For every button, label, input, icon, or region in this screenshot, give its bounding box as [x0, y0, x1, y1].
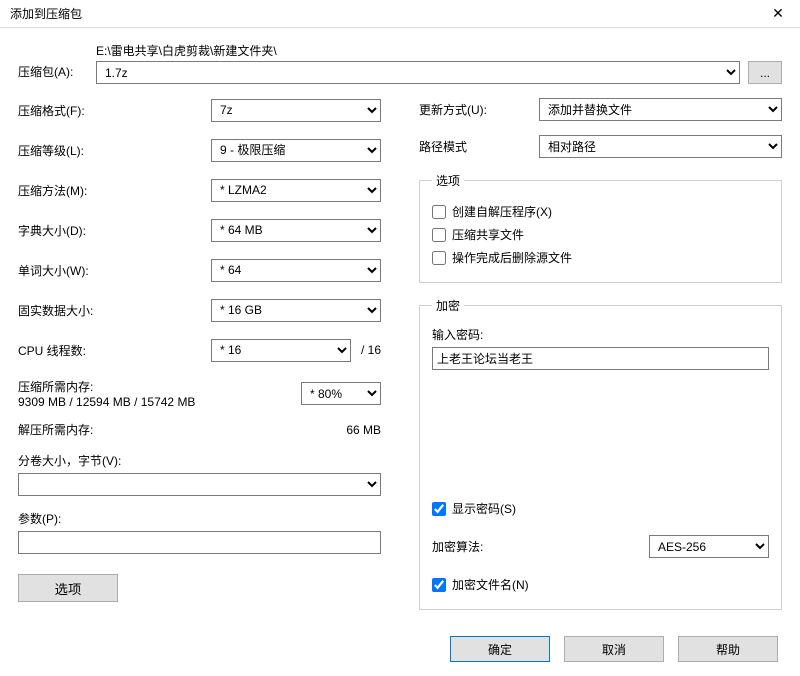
- mem-comp-value: 9309 MB / 12594 MB / 15742 MB: [18, 395, 301, 409]
- threads-select[interactable]: * 16: [211, 339, 351, 362]
- close-icon: ✕: [772, 5, 784, 22]
- password-label: 输入密码:: [432, 326, 769, 343]
- sfx-checkbox[interactable]: [432, 205, 446, 219]
- enc-algo-select[interactable]: AES-256: [649, 535, 769, 558]
- solid-select[interactable]: * 16 GB: [211, 299, 381, 322]
- split-select[interactable]: [18, 473, 381, 496]
- encrypt-names-label: 加密文件名(N): [452, 576, 529, 593]
- dialog-footer: 确定 取消 帮助: [18, 624, 782, 666]
- options-fieldset: 选项 创建自解压程序(X) 压缩共享文件 操作完成后删除源文件: [419, 172, 782, 283]
- archive-row: 压缩包(A): E:\雷电共享\白虎剪裁\新建文件夹\ 1.7z ...: [18, 42, 782, 84]
- browse-button[interactable]: ...: [748, 61, 782, 84]
- share-label: 压缩共享文件: [452, 226, 524, 243]
- show-password-checkbox[interactable]: [432, 502, 446, 516]
- method-label: 压缩方法(M):: [18, 182, 211, 199]
- help-button[interactable]: 帮助: [678, 636, 778, 662]
- threads-label: CPU 线程数:: [18, 342, 211, 359]
- options-button[interactable]: 选项: [18, 574, 118, 602]
- solid-label: 固实数据大小:: [18, 302, 211, 319]
- sfx-label: 创建自解压程序(X): [452, 203, 552, 220]
- path-mode-label: 路径模式: [419, 138, 539, 155]
- params-label: 参数(P):: [18, 510, 381, 527]
- ellipsis-icon: ...: [760, 66, 770, 80]
- share-checkbox[interactable]: [432, 228, 446, 242]
- update-mode-label: 更新方式(U):: [419, 101, 539, 118]
- format-select[interactable]: 7z: [211, 99, 381, 122]
- archive-label: 压缩包(A):: [18, 63, 88, 84]
- archive-path-text: E:\雷电共享\白虎剪裁\新建文件夹\: [96, 42, 740, 59]
- enc-algo-label: 加密算法:: [432, 538, 649, 555]
- format-label: 压缩格式(F):: [18, 102, 211, 119]
- titlebar: 添加到压缩包 ✕: [0, 0, 800, 28]
- encrypt-fieldset: 加密 输入密码: 显示密码(S) 加密算法: AES-256 加密文件名(N): [419, 297, 782, 610]
- mem-decomp-label: 解压所需内存:: [18, 421, 301, 438]
- delete-checkbox[interactable]: [432, 251, 446, 265]
- mem-decomp-value: 66 MB: [301, 423, 381, 437]
- show-password-label: 显示密码(S): [452, 500, 516, 517]
- encrypt-names-checkbox[interactable]: [432, 578, 446, 592]
- threads-total: / 16: [351, 343, 381, 357]
- cancel-button[interactable]: 取消: [564, 636, 664, 662]
- level-label: 压缩等级(L):: [18, 142, 211, 159]
- method-select[interactable]: * LZMA2: [211, 179, 381, 202]
- ok-button[interactable]: 确定: [450, 636, 550, 662]
- archive-file-combo[interactable]: 1.7z: [96, 61, 740, 84]
- update-mode-select[interactable]: 添加并替换文件: [539, 98, 782, 121]
- word-select[interactable]: * 64: [211, 259, 381, 282]
- split-label: 分卷大小，字节(V):: [18, 452, 381, 469]
- left-column: 压缩格式(F): 7z 压缩等级(L): 9 - 极限压缩 压缩方法(M): *…: [18, 98, 381, 624]
- mem-comp-label: 压缩所需内存:: [18, 378, 301, 395]
- path-mode-select[interactable]: 相对路径: [539, 135, 782, 158]
- close-button[interactable]: ✕: [758, 1, 798, 27]
- mem-percent-select[interactable]: * 80%: [301, 382, 381, 405]
- params-input[interactable]: [18, 531, 381, 554]
- level-select[interactable]: 9 - 极限压缩: [211, 139, 381, 162]
- dict-label: 字典大小(D):: [18, 222, 211, 239]
- window-title: 添加到压缩包: [10, 5, 82, 22]
- password-input[interactable]: [432, 347, 769, 370]
- dialog-content: 压缩包(A): E:\雷电共享\白虎剪裁\新建文件夹\ 1.7z ... 压缩格…: [0, 28, 800, 676]
- delete-label: 操作完成后删除源文件: [452, 249, 572, 266]
- options-legend: 选项: [432, 172, 464, 189]
- word-label: 单词大小(W):: [18, 262, 211, 279]
- encrypt-legend: 加密: [432, 297, 464, 314]
- dict-select[interactable]: * 64 MB: [211, 219, 381, 242]
- right-column: 更新方式(U): 添加并替换文件 路径模式 相对路径 选项 创建自解压程序(X)…: [419, 98, 782, 624]
